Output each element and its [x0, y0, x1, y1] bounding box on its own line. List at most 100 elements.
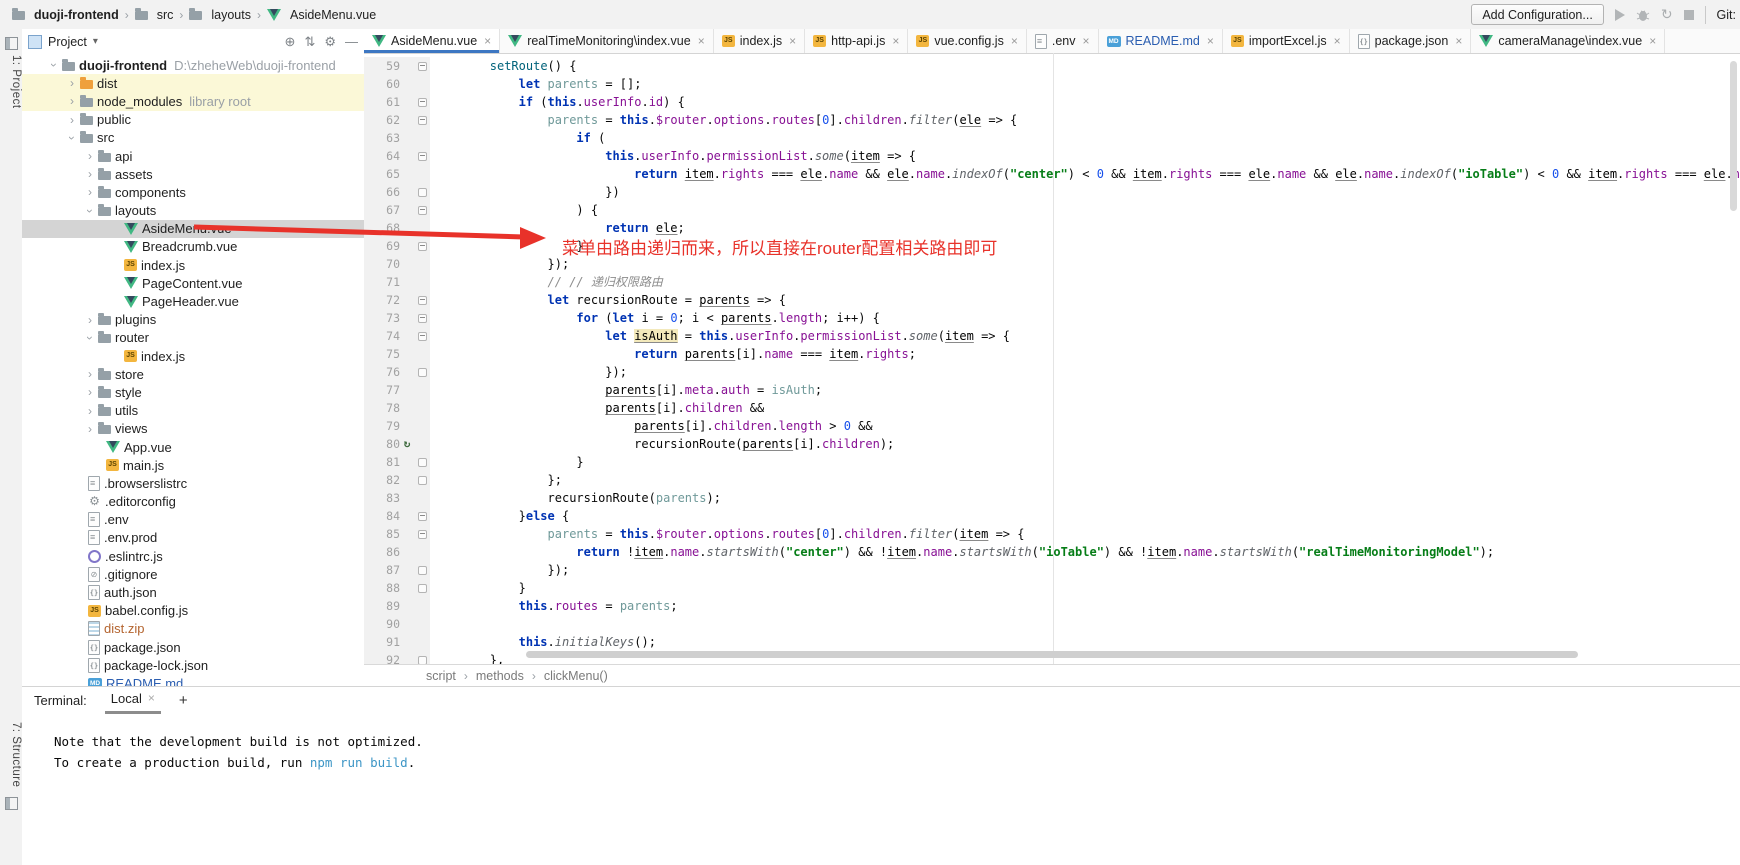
- code-line[interactable]: 71// // 递归权限路由: [364, 273, 1740, 291]
- terminal-tab-local[interactable]: Local ×: [105, 687, 161, 714]
- tree-item[interactable]: auth.json: [22, 583, 364, 601]
- git-branch-label[interactable]: Git:: [1717, 8, 1736, 22]
- breadcrumb-item[interactable]: layouts: [189, 8, 251, 22]
- chevron-expanded-icon[interactable]: ›: [83, 203, 97, 219]
- debug-icon[interactable]: [1636, 8, 1650, 22]
- hide-panel-icon[interactable]: —: [345, 34, 358, 49]
- project-tool-icon[interactable]: [5, 37, 18, 50]
- chevron-collapsed-icon[interactable]: ›: [82, 422, 98, 436]
- tree-item[interactable]: ›components: [22, 183, 364, 201]
- tree-item[interactable]: ›layouts: [22, 202, 364, 220]
- code-line[interactable]: 62parents = this.$router.options.routes[…: [364, 111, 1740, 129]
- code-editor[interactable]: 59setRoute() {60let parents = [];61if (t…: [364, 53, 1740, 664]
- close-icon[interactable]: ×: [1334, 34, 1341, 48]
- close-icon[interactable]: ×: [1082, 34, 1089, 48]
- tree-item[interactable]: .eslintrc.js: [22, 547, 364, 565]
- code-line[interactable]: 75return parents[i].name === item.rights…: [364, 345, 1740, 363]
- tree-item[interactable]: ›style: [22, 383, 364, 401]
- fold-marker[interactable]: [414, 368, 430, 377]
- fold-marker[interactable]: [414, 530, 430, 539]
- code-line[interactable]: 88}: [364, 579, 1740, 597]
- tree-item[interactable]: ›public: [22, 111, 364, 129]
- close-icon[interactable]: ×: [698, 34, 705, 48]
- fold-marker[interactable]: [414, 332, 430, 341]
- code-line[interactable]: 86return !item.name.startsWith("center")…: [364, 543, 1740, 561]
- chevron-collapsed-icon[interactable]: ›: [64, 94, 80, 108]
- code-line[interactable]: 91this.initialKeys();: [364, 633, 1740, 651]
- editor-tab[interactable]: cameraManage\index.vue×: [1471, 29, 1665, 53]
- fold-marker[interactable]: [414, 242, 430, 251]
- code-line[interactable]: 83recursionRoute(parents);: [364, 489, 1740, 507]
- tree-item[interactable]: .env: [22, 511, 364, 529]
- tree-item[interactable]: babel.config.js: [22, 602, 364, 620]
- editor-breadcrumb-item[interactable]: methods: [476, 669, 524, 683]
- chevron-expanded-icon[interactable]: ›: [83, 330, 97, 346]
- run-icon[interactable]: [1615, 9, 1625, 21]
- tool-button-structure[interactable]: 7: Structure: [0, 722, 22, 787]
- close-icon[interactable]: ×: [1649, 34, 1656, 48]
- new-terminal-icon[interactable]: +: [179, 692, 188, 709]
- code-line[interactable]: 72let recursionRoute = parents => {: [364, 291, 1740, 309]
- code-line[interactable]: 59setRoute() {: [364, 57, 1740, 75]
- code-line[interactable]: 61if (this.userInfo.id) {: [364, 93, 1740, 111]
- chevron-expanded-icon[interactable]: ›: [47, 57, 61, 73]
- code-line[interactable]: 85parents = this.$router.options.routes[…: [364, 525, 1740, 543]
- editor-tab[interactable]: realTimeMonitoring\index.vue×: [500, 29, 714, 53]
- tree-item[interactable]: ›dist: [22, 74, 364, 92]
- tree-item[interactable]: package-lock.json: [22, 656, 364, 674]
- code-line[interactable]: 64this.userInfo.permissionList.some(item…: [364, 147, 1740, 165]
- tree-item[interactable]: index.js: [22, 347, 364, 365]
- tree-item[interactable]: ›src: [22, 129, 364, 147]
- fold-marker[interactable]: [414, 98, 430, 107]
- breadcrumb-item[interactable]: duoji-frontend: [12, 8, 119, 22]
- fold-marker[interactable]: [414, 458, 430, 467]
- tree-item[interactable]: ›router: [22, 329, 364, 347]
- fold-marker[interactable]: [414, 296, 430, 305]
- tree-item[interactable]: .env.prod: [22, 529, 364, 547]
- editor-tab[interactable]: package.json×: [1350, 29, 1472, 53]
- code-line[interactable]: 76});: [364, 363, 1740, 381]
- tree-item[interactable]: App.vue: [22, 438, 364, 456]
- tree-item[interactable]: .gitignore: [22, 565, 364, 583]
- tree-item[interactable]: Breadcrumb.vue: [22, 238, 364, 256]
- tree-item[interactable]: main.js: [22, 456, 364, 474]
- code-line[interactable]: 89this.routes = parents;: [364, 597, 1740, 615]
- code-line[interactable]: 63if (: [364, 129, 1740, 147]
- collapse-all-icon[interactable]: ⇅: [304, 34, 315, 50]
- fold-marker[interactable]: [414, 566, 430, 575]
- editor-tab[interactable]: README.md×: [1099, 29, 1223, 53]
- code-line[interactable]: 77parents[i].meta.auth = isAuth;: [364, 381, 1740, 399]
- coverage-icon[interactable]: ↻: [1661, 6, 1673, 23]
- stop-icon[interactable]: [1684, 10, 1694, 20]
- close-icon[interactable]: ×: [484, 34, 491, 48]
- code-line[interactable]: 82};: [364, 471, 1740, 489]
- tree-item[interactable]: ›node_moduleslibrary root: [22, 92, 364, 110]
- chevron-collapsed-icon[interactable]: ›: [82, 149, 98, 163]
- tree-item[interactable]: .browserslistrc: [22, 474, 364, 492]
- fold-marker[interactable]: [414, 188, 430, 197]
- fold-marker[interactable]: [414, 206, 430, 215]
- editor-tab[interactable]: index.js×: [714, 29, 805, 53]
- code-line[interactable]: 67) {: [364, 201, 1740, 219]
- breadcrumb-item[interactable]: src: [135, 8, 174, 22]
- add-configuration-button[interactable]: Add Configuration...: [1471, 4, 1604, 25]
- settings-gear-icon[interactable]: ⚙: [324, 34, 336, 50]
- vertical-scrollbar[interactable]: [1730, 61, 1737, 211]
- fold-marker[interactable]: [414, 314, 430, 323]
- tree-item[interactable]: AsideMenu.vue: [22, 220, 364, 238]
- chevron-collapsed-icon[interactable]: ›: [64, 76, 80, 90]
- tree-item[interactable]: ›plugins: [22, 311, 364, 329]
- code-line[interactable]: 65return item.rights === ele.name && ele…: [364, 165, 1740, 183]
- fold-marker[interactable]: [414, 656, 430, 665]
- close-icon[interactable]: ×: [789, 34, 796, 48]
- editor-tab[interactable]: vue.config.js×: [908, 29, 1027, 53]
- chevron-collapsed-icon[interactable]: ›: [82, 385, 98, 399]
- code-line[interactable]: 74let isAuth = this.userInfo.permissionL…: [364, 327, 1740, 345]
- chevron-collapsed-icon[interactable]: ›: [64, 113, 80, 127]
- editor-breadcrumb-item[interactable]: script: [426, 669, 456, 683]
- chevron-down-icon[interactable]: ▾: [93, 36, 98, 47]
- editor-tab[interactable]: .env×: [1027, 29, 1099, 53]
- locate-file-icon[interactable]: ⊕: [285, 34, 296, 50]
- editor-tab[interactable]: AsideMenu.vue×: [364, 29, 500, 53]
- fold-marker[interactable]: [414, 512, 430, 521]
